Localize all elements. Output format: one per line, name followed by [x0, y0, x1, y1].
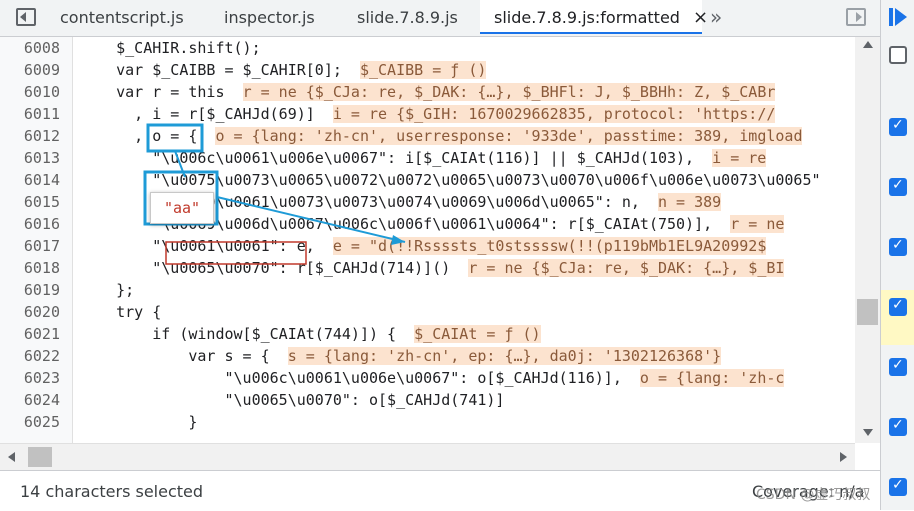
breakpoint-checkbox-2[interactable] [889, 177, 907, 196]
editor-tab-bar: contentscript.js inspector.js slide.7.8.… [0, 0, 880, 37]
watermark: CSDN @虚巧叔叔 [756, 487, 871, 503]
selection-status: 14 characters selected [20, 482, 204, 501]
status-bar: 14 characters selected Coverage: n/a CSD… [0, 470, 880, 511]
toggle-debugger-icon[interactable] [846, 8, 866, 26]
close-icon[interactable]: × [693, 7, 708, 28]
tab-slide-js[interactable]: slide.7.8.9.js [357, 0, 458, 36]
resume-icon[interactable] [889, 8, 893, 26]
vertical-scrollbar[interactable] [855, 37, 880, 443]
scroll-left-icon[interactable] [8, 452, 15, 462]
annotation-overlay [143, 123, 406, 265]
breakpoint-checkbox-6[interactable] [889, 417, 907, 436]
breakpoint-checkbox-5[interactable] [889, 357, 907, 376]
tab-inspector[interactable]: inspector.js [224, 0, 315, 36]
scroll-right-icon[interactable] [840, 452, 847, 462]
tab-label: slide.7.8.9.js:formatted [494, 8, 680, 27]
breakpoint-checkbox-4[interactable] [889, 297, 907, 316]
highlight-box-o [146, 123, 204, 153]
tab-contentscript[interactable]: contentscript.js [60, 0, 184, 36]
hscroll-thumb[interactable] [28, 447, 52, 467]
scroll-thumb[interactable] [857, 299, 878, 325]
toggle-navigator-icon[interactable] [16, 8, 36, 26]
arrow-2-head [391, 235, 405, 245]
horizontal-scrollbar[interactable] [0, 443, 855, 470]
breakpoint-checkbox-3[interactable] [889, 237, 907, 256]
tab-slide-js-formatted[interactable]: slide.7.8.9.js:formatted × [480, 0, 708, 34]
callout-text: "aa" [163, 199, 201, 217]
breakpoint-checkbox-7[interactable] [889, 477, 907, 496]
debugger-sidebar [880, 0, 914, 510]
breakpoint-checkbox-1[interactable] [889, 117, 907, 136]
more-tabs-icon[interactable]: » [710, 0, 722, 34]
highlight-box-aa [165, 241, 307, 265]
resume-play-icon[interactable] [895, 8, 907, 26]
callout-tooltip: "aa" [150, 192, 214, 224]
scroll-down-icon[interactable] [863, 429, 873, 436]
scroll-up-icon[interactable] [863, 41, 873, 48]
pause-on-exceptions-checkbox[interactable] [889, 46, 907, 64]
code-editor[interactable]: 6008 $_CAHIR.shift(); 6009 var $_CAIBB = … [0, 37, 855, 443]
arrow-2 [216, 196, 406, 243]
